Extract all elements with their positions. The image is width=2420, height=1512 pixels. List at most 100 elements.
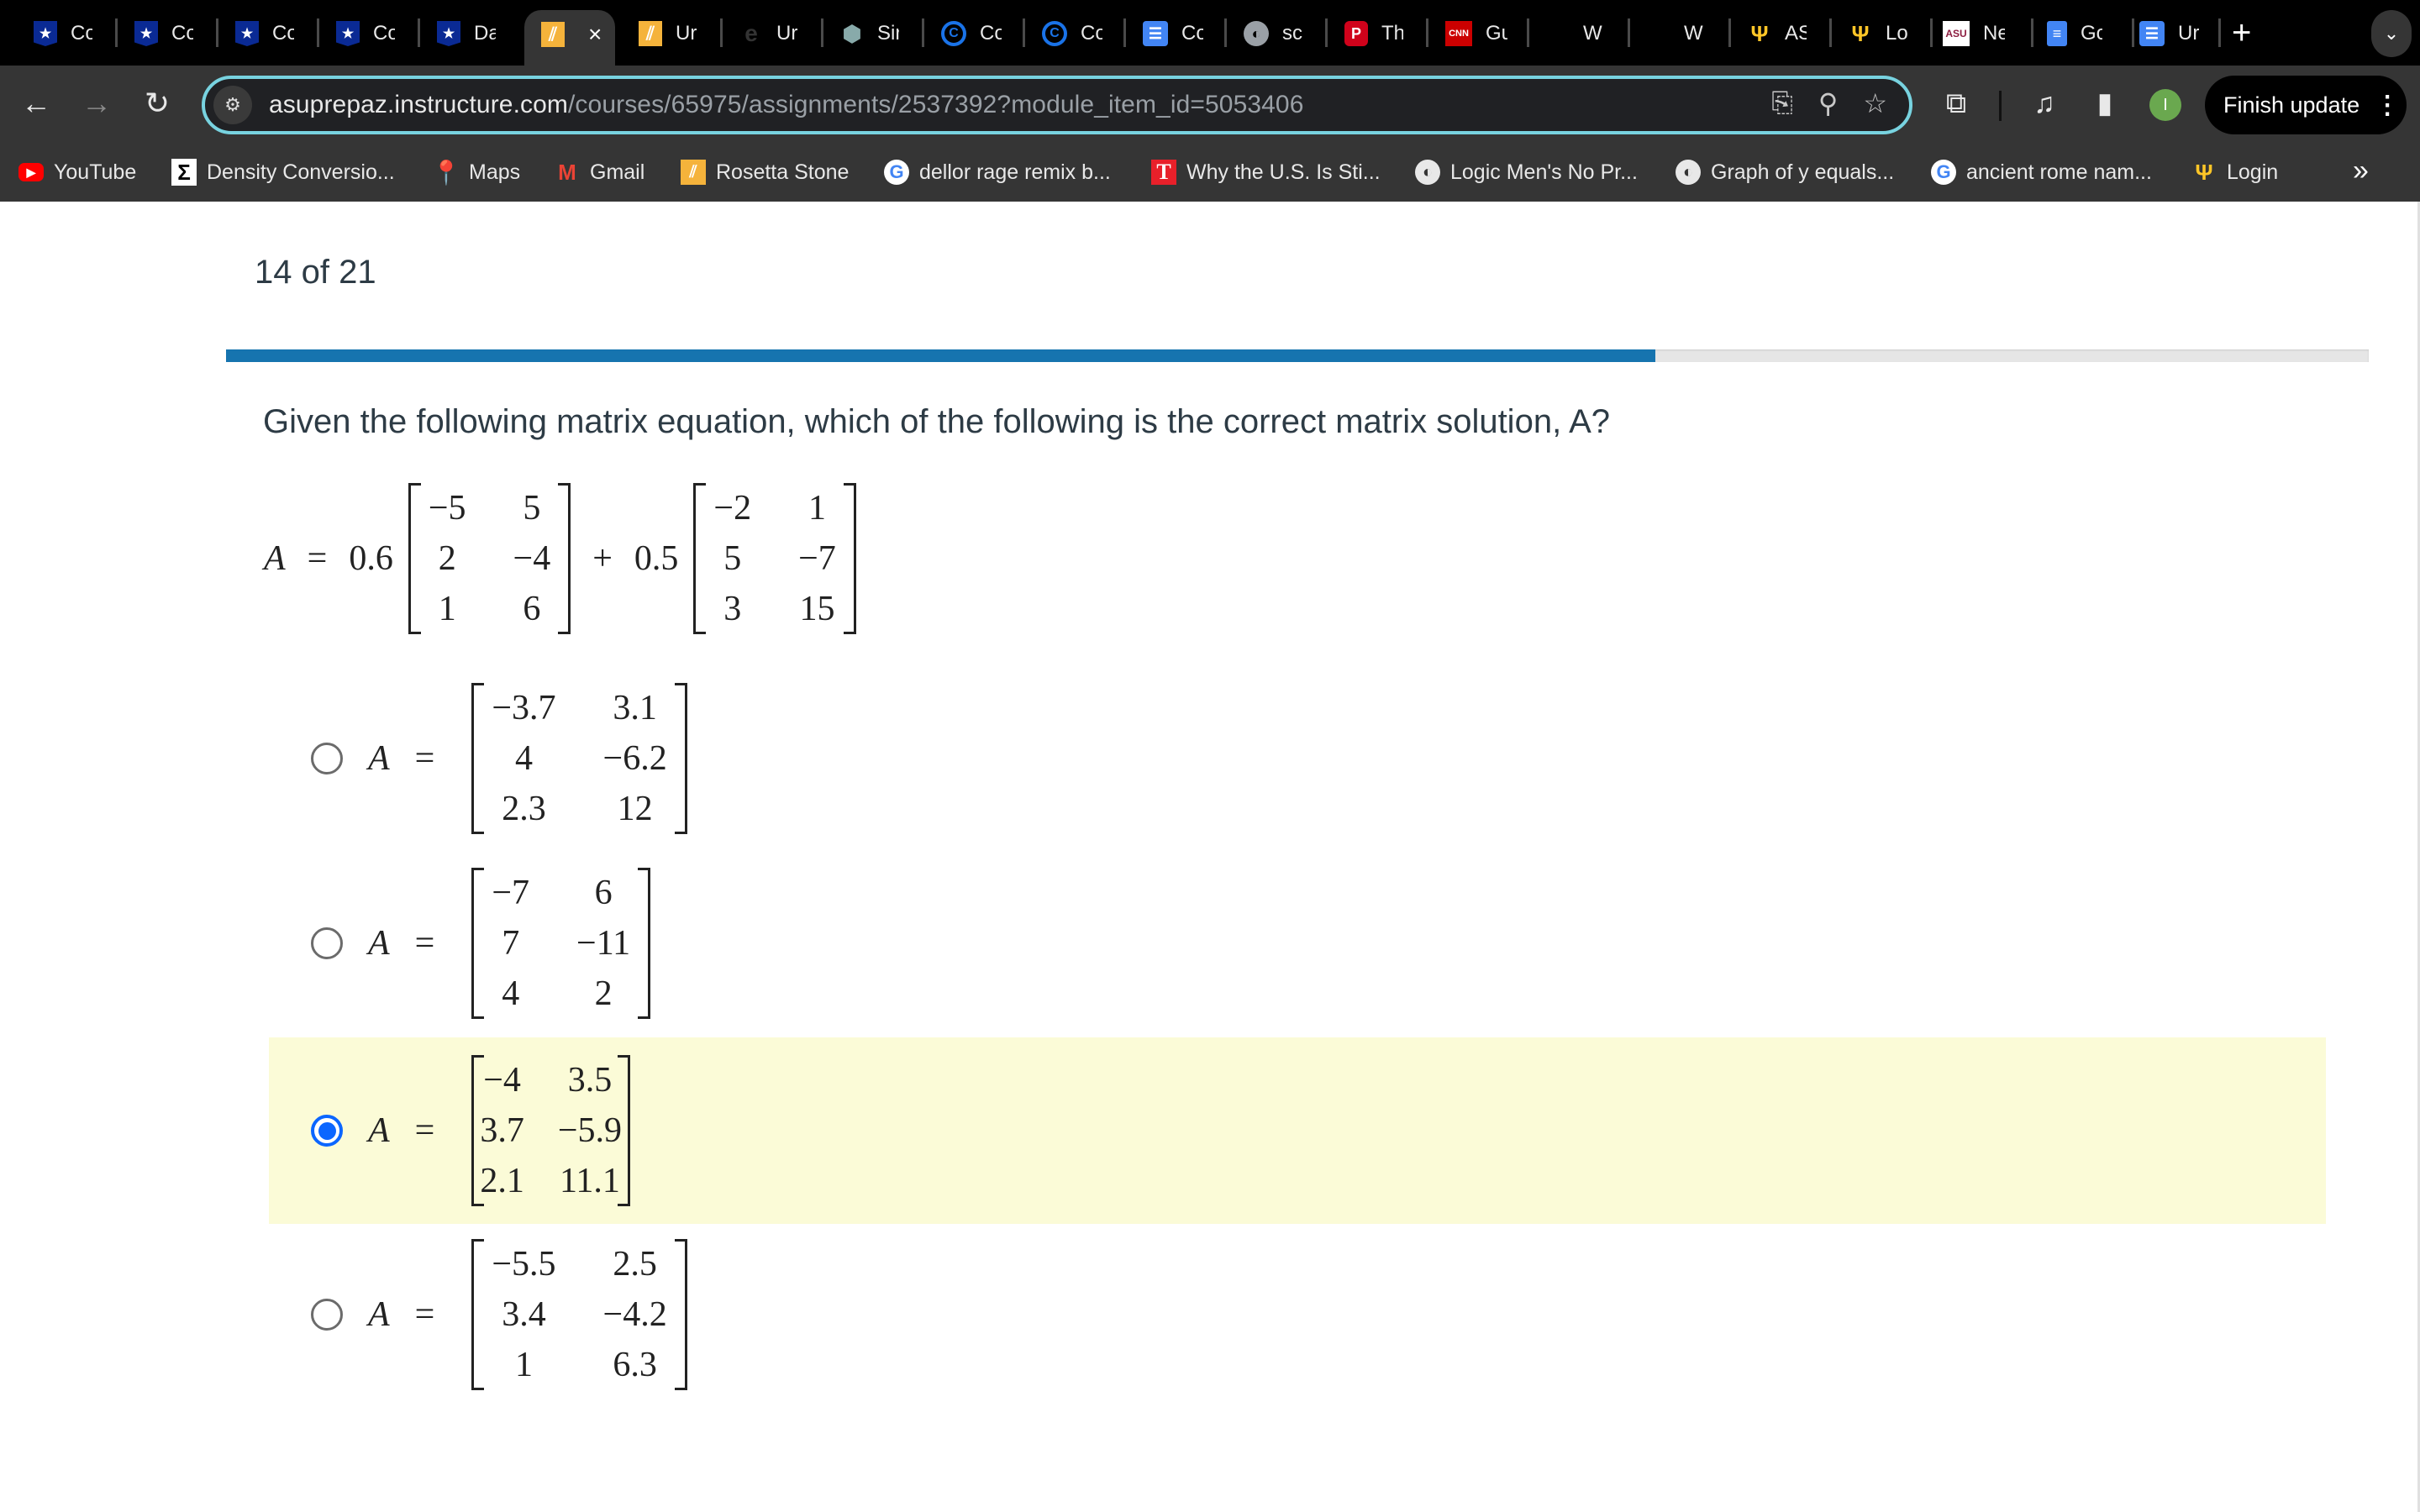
bookmark-login[interactable]: Ψ Login — [2191, 158, 2278, 186]
matrix-cell: 3.1 — [613, 689, 657, 727]
browser-tab[interactable]: W — [1546, 15, 1605, 52]
tab-separator — [2132, 18, 2134, 47]
trident-icon: Ψ — [1750, 20, 1769, 46]
tab-separator — [821, 18, 823, 47]
tab-separator — [1628, 18, 1630, 47]
bookmark-star-icon[interactable]: ☆ — [1863, 87, 1887, 119]
option-lhs: A — [368, 739, 390, 778]
tab-strip: ★ Co ★ Co ★ Co ★ Co ★ Da ⫽ × ⫽ Ur e Ur ⬢ Sir C Co … — [0, 0, 2420, 67]
browser-tab[interactable]: P Th — [1344, 15, 1403, 52]
answer-option-1[interactable]: A = −3.7 3.1 4 −6.2 2.3 12 — [269, 665, 2326, 852]
browser-tab[interactable]: e Ur — [739, 15, 798, 52]
shield-star-icon: ★ — [437, 21, 460, 46]
google-icon: G — [884, 160, 909, 185]
url-text[interactable]: asuprepaz.instructure.com/courses/65975/… — [269, 91, 1304, 119]
browser-tab-active[interactable]: ⫽ × — [524, 10, 616, 67]
radio-button-checked[interactable] — [311, 1115, 343, 1147]
browser-tab[interactable]: ★ Co — [235, 15, 294, 52]
browser-tab[interactable]: Ψ Lo — [1849, 15, 1907, 52]
media-controls-icon[interactable]: ♫ — [2025, 84, 2064, 123]
browser-tab[interactable]: ★ Da — [437, 15, 496, 52]
matrix-cell: −7 — [798, 539, 836, 578]
matrix-cell: 11.1 — [559, 1162, 620, 1200]
bookmark-ancient-rome[interactable]: Gancient rome nam... — [1931, 158, 2152, 186]
docs-icon: ☰ — [1143, 21, 1168, 46]
matrix-cell: −4 — [513, 539, 551, 578]
docs-icon: ☰ — [2139, 21, 2165, 46]
browser-tab[interactable]: ☰ Co — [1143, 15, 1203, 52]
arrow-left-icon: ← — [21, 86, 51, 120]
browser-tab[interactable]: ★ Co — [134, 15, 193, 52]
blank-icon — [1546, 21, 1570, 46]
sigma-icon: Σ — [171, 159, 197, 186]
google-icon: G — [1931, 160, 1956, 185]
progress-bar-fill — [226, 349, 1655, 362]
matrix-cell: 1 — [514, 1346, 533, 1384]
back-button[interactable]: ← — [15, 82, 57, 124]
browser-tab[interactable]: ★ Co — [34, 15, 92, 52]
finish-update-button[interactable]: Finish update ⋮ — [2205, 76, 2407, 134]
side-panel-icon[interactable]: ▮ — [2086, 84, 2124, 123]
browser-tab[interactable]: ASU Ne — [1943, 15, 2005, 52]
tab-separator — [1123, 18, 1126, 47]
option-matrix-equation: A = −7 6 7 −11 4 2 — [368, 868, 651, 1019]
extensions-icon[interactable]: ⧉ — [1937, 84, 1975, 123]
radio-button[interactable] — [311, 1299, 343, 1331]
radio-button[interactable] — [311, 743, 343, 774]
browser-tab[interactable]: W — [1647, 15, 1706, 52]
browser-tab[interactable]: ⫽ Ur — [639, 15, 697, 52]
browser-tab[interactable]: C Co — [941, 15, 1002, 52]
simulation-icon: ⬢ — [842, 20, 862, 46]
bookmark-graph-of-y[interactable]: ◐ Graph of y equals... — [1676, 158, 1894, 186]
equals-sign: = — [414, 1111, 435, 1150]
bookmark-density-conversion[interactable]: Σ Density Conversio... — [171, 158, 395, 186]
address-bar[interactable]: ⚙ asuprepaz.instructure.com/courses/6597… — [202, 76, 1912, 134]
matrix-1: −5 5 2 −4 1 6 — [408, 483, 571, 634]
bookmark-why-the-us[interactable]: T Why the U.S. Is Sti... — [1151, 158, 1381, 186]
bookmarks-overflow-icon[interactable]: » — [2353, 155, 2369, 187]
matrix-cell: −5.9 — [557, 1111, 623, 1150]
option-matrix-equation: A = −5.5 2.5 3.4 −4.2 1 6.3 — [368, 1239, 688, 1390]
bookmark-maps[interactable]: 📍 Maps — [432, 158, 521, 186]
browser-tab[interactable]: ⬢ Sir — [840, 15, 899, 52]
bookmark-dellor[interactable]: Gdellor rage remix b... — [884, 158, 1111, 186]
browser-tab[interactable]: Ψ AS — [1748, 15, 1807, 52]
radio-button[interactable] — [311, 927, 343, 959]
option-matrix: −4 3.5 3.7 −5.9 2.1 11.1 — [471, 1055, 630, 1206]
circle-c-icon: C — [941, 21, 966, 46]
bookmark-logic-mens[interactable]: ◐ Logic Men's No Pr... — [1415, 158, 1638, 186]
bookmark-rosetta-stone[interactable]: ⫽ Rosetta Stone — [681, 158, 849, 186]
reload-button[interactable]: ↻ — [136, 82, 178, 124]
tab-search-button[interactable]: ⌄ — [2371, 10, 2412, 57]
trident-icon: Ψ — [1851, 20, 1870, 46]
answer-option-2[interactable]: A = −7 6 7 −11 4 2 — [269, 850, 2326, 1037]
answer-option-3[interactable]: A = −4 3.5 3.7 −5.9 2.1 11.1 — [269, 1037, 2326, 1224]
matrix-cell: 3 — [723, 590, 742, 628]
menu-dots-icon: ⋮ — [2375, 91, 2401, 119]
bookmarks-bar: ▶ YouTube Σ Density Conversio... 📍 Maps M Gm… — [0, 143, 2420, 202]
shield-star-icon: ★ — [34, 21, 57, 46]
browser-tab[interactable]: ≡ Go — [2047, 15, 2102, 52]
browser-tab[interactable]: ◐ sc — [1244, 15, 1304, 52]
browser-tab[interactable]: ☰ Ur — [2139, 15, 2200, 52]
bookmark-youtube[interactable]: ▶ YouTube — [18, 158, 136, 186]
zoom-icon[interactable]: ⚲ — [1818, 87, 1838, 119]
answer-option-4[interactable]: A = −5.5 2.5 3.4 −4.2 1 6.3 — [269, 1221, 2326, 1408]
forward-button[interactable]: → — [76, 82, 118, 124]
close-tab-icon[interactable]: × — [588, 21, 602, 48]
bookmark-gmail[interactable]: M Gmail — [555, 158, 644, 186]
matrix-cell: 6.3 — [613, 1346, 657, 1384]
profile-avatar[interactable]: I — [2149, 89, 2181, 121]
shield-star-icon: ★ — [336, 21, 360, 46]
trident-icon: Ψ — [2195, 159, 2213, 185]
site-info-icon[interactable]: ⚙ — [213, 86, 252, 124]
new-tab-button[interactable]: + — [2232, 12, 2251, 54]
matrix-cell: 2 — [438, 539, 456, 578]
browser-tab[interactable]: ★ Co — [336, 15, 395, 52]
equals-sign: = — [414, 1295, 435, 1334]
browser-tab[interactable]: C Co — [1042, 15, 1102, 52]
install-app-icon[interactable]: ⎘ — [1771, 87, 1793, 119]
matrix-cell: −4 — [483, 1061, 521, 1100]
browser-tab[interactable]: CNN Gu — [1445, 15, 1507, 52]
matrix-cell: 2.3 — [502, 790, 546, 828]
